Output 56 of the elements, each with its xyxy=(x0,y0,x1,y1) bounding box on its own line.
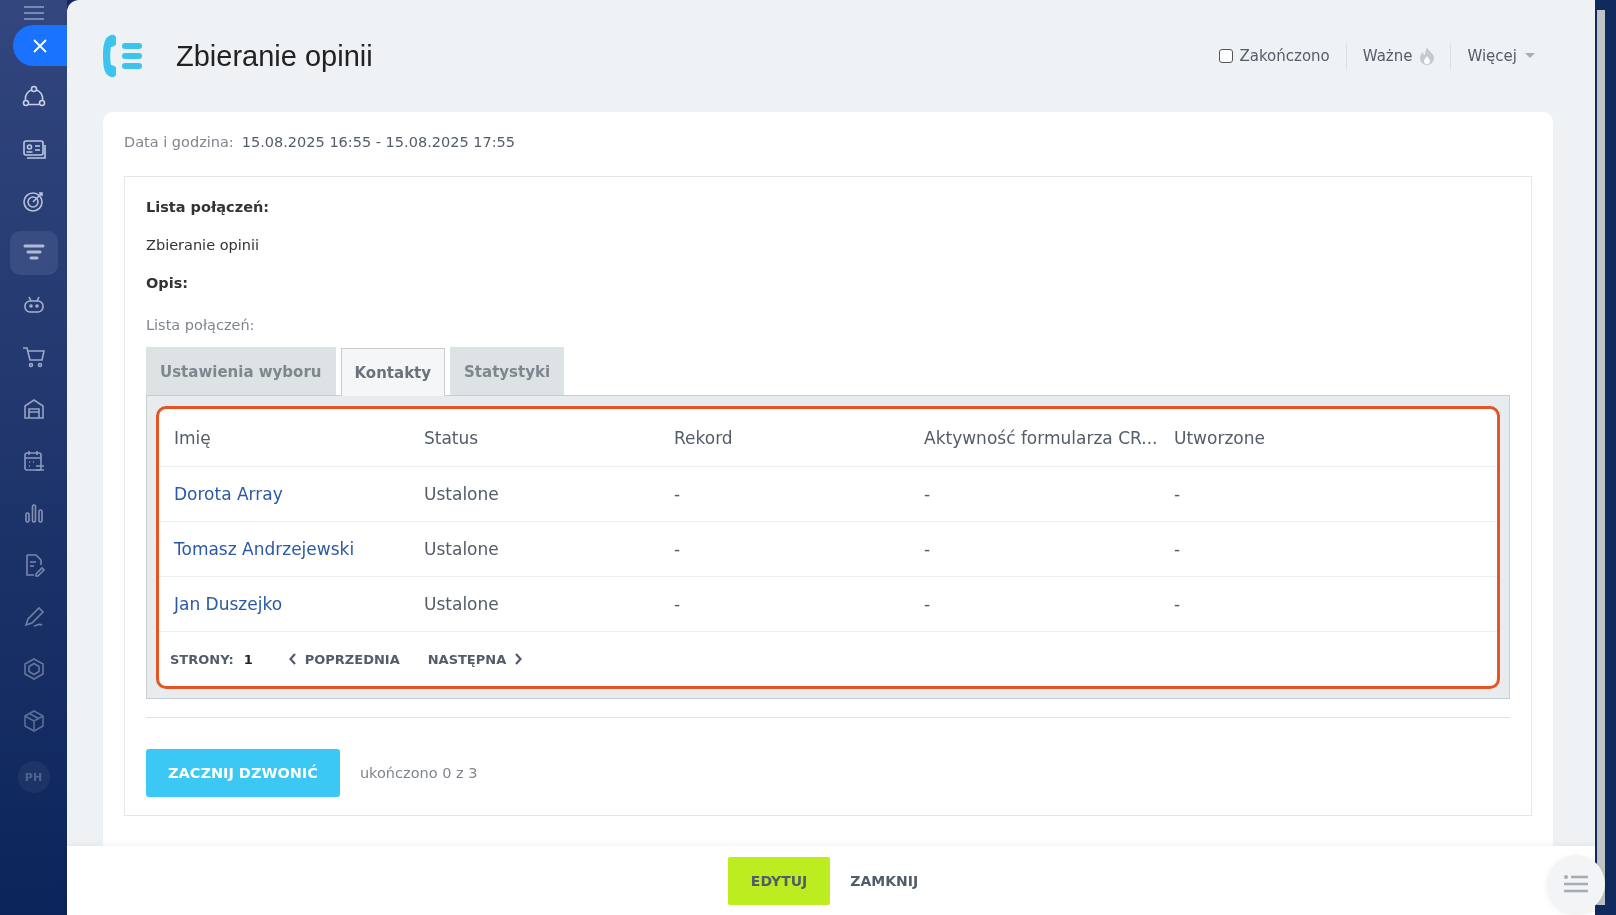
table-cell-text: - xyxy=(1174,594,1182,614)
garage-icon xyxy=(21,397,46,421)
datetime-value: 15.08.2025 16:55 - 15.08.2025 17:55 xyxy=(241,134,516,150)
contact-link[interactable]: Tomasz Andrzejewski xyxy=(174,539,424,559)
table-cell-text: Ustalone xyxy=(424,539,500,559)
list-icon xyxy=(1564,875,1588,893)
target-icon xyxy=(21,189,46,213)
menu-icon[interactable] xyxy=(23,6,44,20)
close-button[interactable] xyxy=(13,25,67,66)
close-link-button[interactable]: ZAMKNIJ xyxy=(834,872,935,889)
previous-link[interactable]: POPRZEDNIA xyxy=(288,651,400,667)
tab[interactable]: Kontakty xyxy=(340,348,446,396)
column-header: Utworzone xyxy=(1174,427,1266,448)
datetime-label: Data i godzina: xyxy=(124,134,234,150)
table-cell-text: - xyxy=(674,484,682,504)
chevron-right-icon xyxy=(514,653,523,665)
section-label: Lista połączeń: xyxy=(146,317,256,333)
chevron-left-icon xyxy=(288,653,297,665)
contact-link[interactable]: Dorota Array xyxy=(174,484,424,504)
scrollbar[interactable] xyxy=(1597,10,1605,905)
page-number[interactable]: 1 xyxy=(243,651,253,667)
list-value: Zbieranie opinii xyxy=(146,237,261,253)
caret-icon xyxy=(1525,53,1535,59)
column-header: Imię xyxy=(174,427,212,448)
description-label: Opis: xyxy=(146,275,190,291)
table-cell-text: Ustalone xyxy=(424,594,500,614)
calendar-icon xyxy=(21,449,46,473)
important-button[interactable]: Ważne xyxy=(1362,47,1435,65)
hexagon-icon xyxy=(21,657,46,681)
list-label: Lista połączeń: xyxy=(146,199,271,215)
column-header: Status xyxy=(424,427,480,448)
edit-button[interactable]: EDYTUJ xyxy=(727,856,831,905)
column-header: Rekord xyxy=(674,427,734,448)
completed-checkbox[interactable]: Zakończono xyxy=(1219,47,1330,65)
pages-label: STRONY: xyxy=(170,651,234,667)
table-cell-text: - xyxy=(674,539,682,559)
table-cell-text: - xyxy=(1174,539,1182,559)
next-link[interactable]: NASTĘPNA xyxy=(427,651,523,667)
more-dropdown[interactable]: Więcej xyxy=(1467,47,1535,65)
close-icon xyxy=(33,38,47,53)
flame-icon xyxy=(1420,47,1435,65)
table-cell-text: - xyxy=(674,594,682,614)
table-cell-text: Ustalone xyxy=(424,484,500,504)
sidebar-funnel-item[interactable] xyxy=(9,231,58,275)
cart-icon xyxy=(21,345,46,369)
table-cell-text: - xyxy=(924,539,932,559)
card-icon xyxy=(21,137,46,161)
column-header: Aktywność formularza CR... xyxy=(924,427,1159,448)
table-cell-text: - xyxy=(924,484,932,504)
box-icon xyxy=(21,709,46,733)
nodes-icon xyxy=(21,85,46,109)
table-cell-text: - xyxy=(1174,484,1182,504)
table-cell-text: - xyxy=(924,594,932,614)
page-title: Zbieranie opinii xyxy=(176,39,373,73)
progress-text: ukończono 0 z 3 xyxy=(359,765,478,781)
contact-link[interactable]: Jan Duszejko xyxy=(174,594,424,614)
